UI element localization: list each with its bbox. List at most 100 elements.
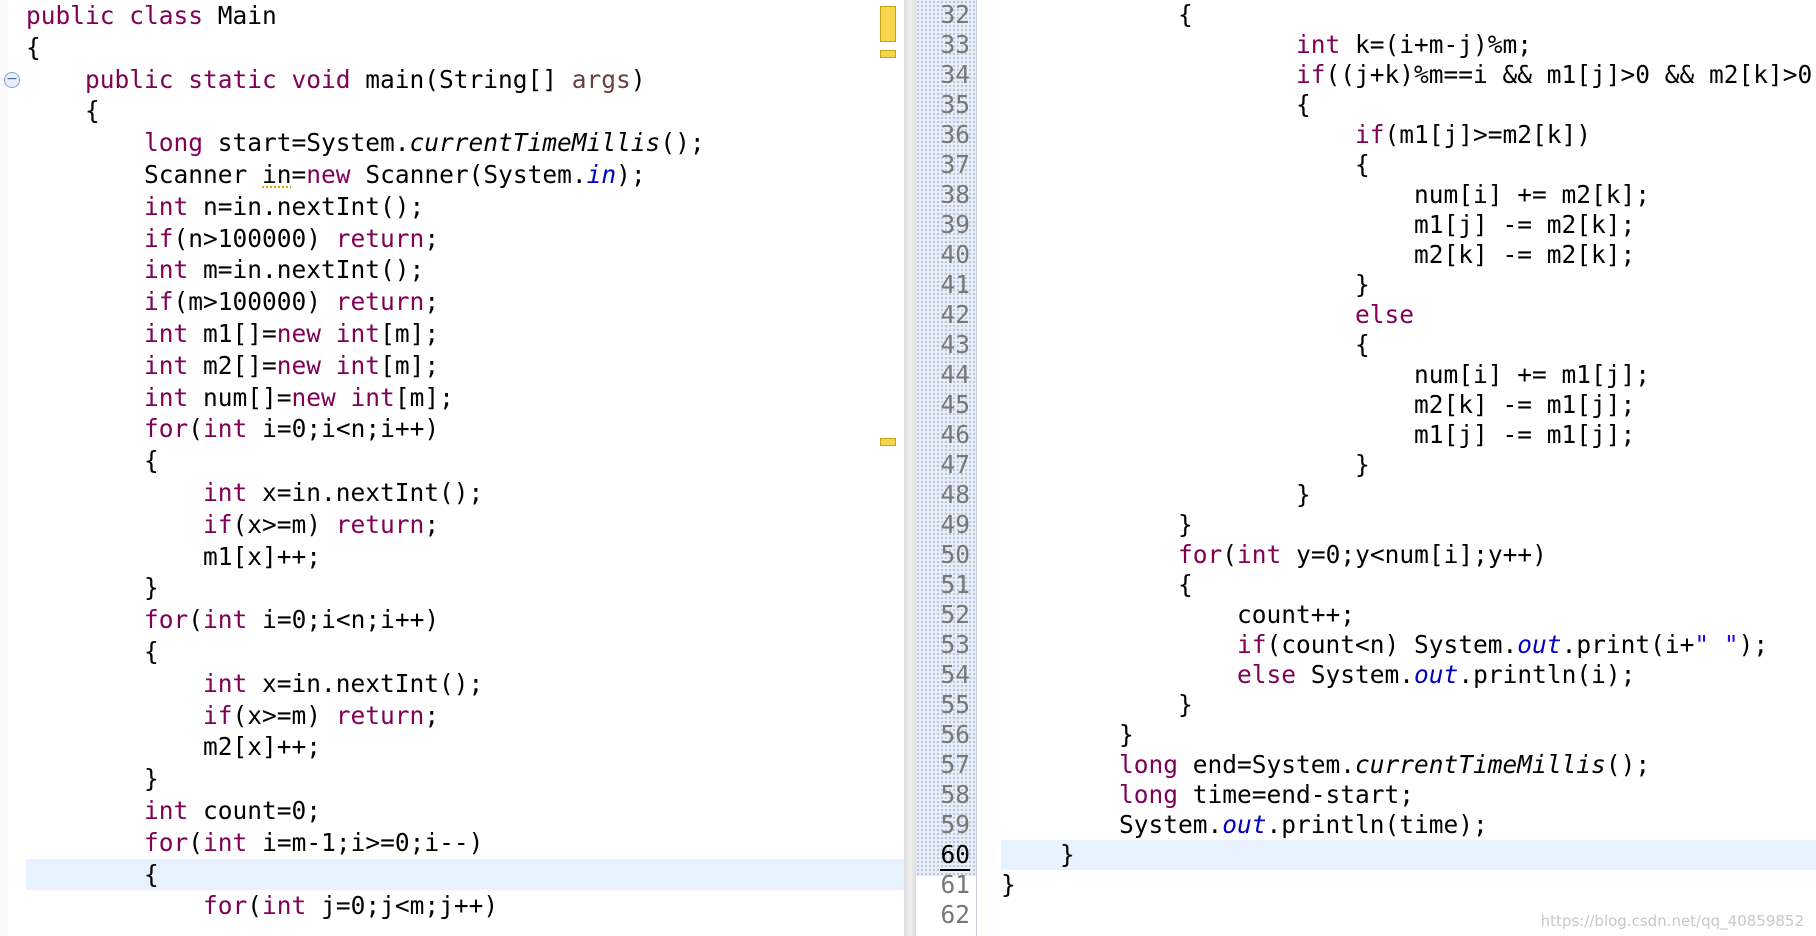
left-code-line[interactable]: } — [26, 572, 904, 604]
right-code-line[interactable]: } — [1001, 480, 1816, 510]
line-number-text: 36 — [940, 120, 970, 149]
left-code-line[interactable]: if(x>=m) return; — [26, 509, 904, 541]
code-token: (); — [1605, 750, 1651, 779]
left-editor-pane[interactable]: − public class Main{ public static void … — [0, 0, 904, 936]
left-code-line[interactable]: m1[x]++; — [26, 541, 904, 573]
left-code-line[interactable]: public static void main(String[] args) — [26, 64, 904, 96]
right-code-line[interactable]: m2[k] -= m1[j]; — [1001, 390, 1816, 420]
line-number-text: 37 — [940, 150, 970, 179]
right-code-line[interactable]: num[i] += m1[j]; — [1001, 360, 1816, 390]
right-code-line[interactable]: if((j+k)%m==i && m1[j]>0 && m2[k]>0) — [1001, 60, 1816, 90]
right-code-line[interactable]: { — [1001, 90, 1816, 120]
code-token: int — [203, 827, 263, 857]
left-code-line[interactable]: int count=0; — [26, 795, 904, 827]
overview-warning-marker[interactable] — [880, 50, 896, 58]
code-token: long — [1119, 750, 1193, 779]
code-token: m2[k] -= m1[j]; — [1001, 390, 1636, 419]
code-token: ); — [616, 159, 646, 189]
right-code-line[interactable]: for(int y=0;y<num[i];y++) — [1001, 540, 1816, 570]
line-number: 61 — [916, 870, 974, 900]
left-code-line[interactable]: int m=in.nextInt(); — [26, 254, 904, 286]
right-code-line[interactable]: int k=(i+m-j)%m; — [1001, 30, 1816, 60]
right-code-line[interactable]: count++; — [1001, 600, 1816, 630]
left-code-line[interactable]: public class Main — [26, 0, 904, 32]
line-number-text: 50 — [940, 540, 970, 569]
code-token: if — [144, 287, 174, 317]
right-code-line[interactable]: if(m1[j]>=m2[k]) — [1001, 120, 1816, 150]
left-code-line[interactable]: int x=in.nextInt(); — [26, 668, 904, 700]
right-code-line[interactable]: { — [1001, 0, 1816, 30]
right-code-line[interactable]: } — [1001, 270, 1816, 300]
left-code-line[interactable]: { — [26, 95, 904, 127]
code-token: for — [144, 414, 189, 444]
right-code-line[interactable]: } — [1001, 840, 1816, 870]
code-token: x=in.nextInt(); — [262, 477, 484, 507]
left-code-line[interactable]: } — [26, 763, 904, 795]
left-code-line[interactable]: for(int i=0;i<n;i++) — [26, 413, 904, 445]
right-code-line[interactable]: m2[k] -= m2[k]; — [1001, 240, 1816, 270]
right-code-line[interactable]: } — [1001, 720, 1816, 750]
overview-warning-marker[interactable] — [880, 438, 896, 446]
code-token: ( — [188, 414, 204, 444]
code-token: public static void — [85, 64, 366, 94]
code-token: int — [144, 318, 204, 348]
editor-split-divider[interactable] — [904, 0, 916, 936]
left-code-line[interactable]: for(int i=0;i<n;i++) — [26, 604, 904, 636]
right-code-line[interactable]: { — [1001, 330, 1816, 360]
code-token: { — [1001, 570, 1193, 599]
line-number: 57 — [916, 750, 974, 780]
left-code-line[interactable]: int m1[]=new int[m]; — [26, 318, 904, 350]
left-code-line[interactable]: int n=in.nextInt(); — [26, 191, 904, 223]
line-number-text: 57 — [940, 750, 970, 779]
left-code-area[interactable]: public class Main{ public static void ma… — [26, 0, 904, 922]
left-code-line[interactable]: int num[]=new int[m]; — [26, 382, 904, 414]
right-code-area[interactable]: { int k=(i+m-j)%m; if((j+k)%m==i && m1[j… — [1001, 0, 1816, 930]
right-code-line[interactable]: m1[j] -= m2[k]; — [1001, 210, 1816, 240]
left-code-line[interactable]: if(n>100000) return; — [26, 223, 904, 255]
code-token: ( — [188, 827, 204, 857]
left-code-line[interactable]: for(int j=0;j<m;j++) — [26, 890, 904, 922]
right-code-line[interactable]: } — [1001, 870, 1816, 900]
left-code-line[interactable]: m2[x]++; — [26, 731, 904, 763]
code-token: num[i] += m2[k]; — [1001, 180, 1651, 209]
code-token: } — [26, 573, 159, 603]
code-token: if — [1237, 630, 1267, 659]
right-code-line[interactable]: long end=System.currentTimeMillis(); — [1001, 750, 1816, 780]
collapse-fold-icon[interactable]: − — [4, 72, 20, 88]
left-code-line[interactable]: for(int i=m-1;i>=0;i--) — [26, 827, 904, 859]
left-code-line[interactable]: if(m>100000) return; — [26, 286, 904, 318]
left-code-line[interactable]: if(x>=m) return; — [26, 700, 904, 732]
line-number-text: 40 — [940, 240, 970, 269]
right-code-line[interactable]: { — [1001, 150, 1816, 180]
right-code-line[interactable]: System.out.println(time); — [1001, 810, 1816, 840]
code-token: return — [335, 287, 425, 317]
right-code-line[interactable]: else — [1001, 300, 1816, 330]
left-code-line[interactable]: long start=System.currentTimeMillis(); — [26, 127, 904, 159]
code-token: out — [1222, 810, 1267, 839]
left-code-line[interactable]: { — [26, 636, 904, 668]
overview-warning-marker[interactable] — [880, 6, 896, 42]
right-code-line[interactable]: { — [1001, 570, 1816, 600]
left-code-line[interactable]: int x=in.nextInt(); — [26, 477, 904, 509]
right-code-line[interactable]: } — [1001, 690, 1816, 720]
left-code-line[interactable]: { — [26, 445, 904, 477]
line-number-text: 44 — [940, 360, 970, 389]
code-token: { — [1001, 90, 1311, 119]
left-code-line[interactable]: { — [26, 858, 904, 891]
right-code-line[interactable]: if(count<n) System.out.print(i+" "); — [1001, 630, 1816, 660]
code-token: { — [26, 636, 159, 666]
left-code-line[interactable]: { — [26, 32, 904, 64]
right-code-line[interactable]: else System.out.println(i); — [1001, 660, 1816, 690]
line-number-text: 39 — [940, 210, 970, 239]
right-code-line[interactable]: } — [1001, 450, 1816, 480]
left-code-line[interactable]: Scanner in=new Scanner(System.in); — [26, 159, 904, 191]
right-code-line[interactable]: m1[j] -= m1[j]; — [1001, 420, 1816, 450]
right-code-line[interactable]: } — [1001, 510, 1816, 540]
right-editor-pane[interactable]: 32 33 34 35 36 37 38 39 40 41 42 43 44 45 46 47 48 49 50 51… — [916, 0, 1816, 936]
code-token: k=(i+m-j)%m; — [1355, 30, 1533, 59]
right-code-line[interactable]: long time=end-start; — [1001, 780, 1816, 810]
left-code-line[interactable]: int m2[]=new int[m]; — [26, 350, 904, 382]
right-code-line[interactable]: num[i] += m2[k]; — [1001, 180, 1816, 210]
